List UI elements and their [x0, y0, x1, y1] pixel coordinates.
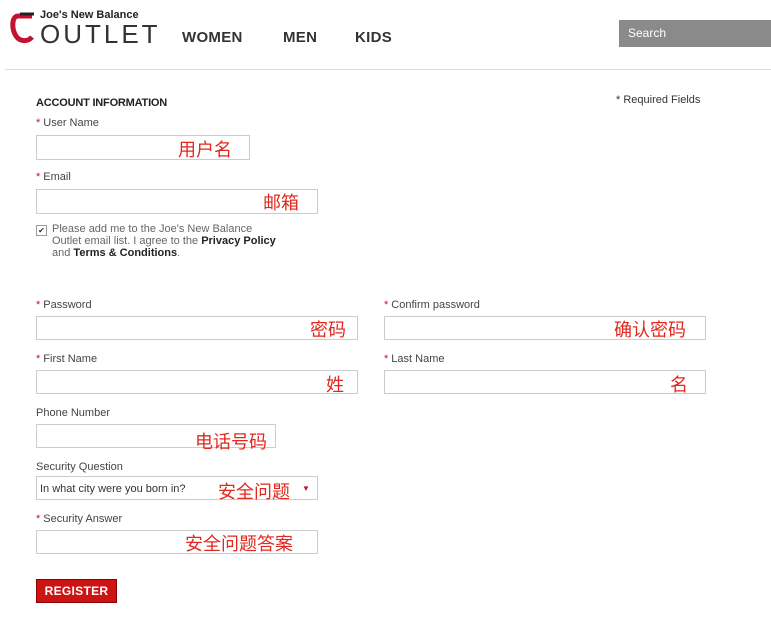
security-question-label: Security Question	[36, 461, 123, 473]
password-label: * Password	[36, 299, 92, 311]
register-button[interactable]: REGISTER	[36, 579, 117, 603]
terms-link[interactable]: Terms & Conditions	[73, 247, 177, 259]
last-name-annotation: 名	[670, 375, 688, 396]
brand-outlet-wordmark[interactable]: OUTLET	[40, 21, 161, 47]
checkmark-icon: ✔	[38, 226, 45, 235]
security-answer-annotation: 安全问题答案	[185, 534, 293, 555]
phone-label: Phone Number	[36, 407, 110, 419]
email-annotation: 邮箱	[263, 193, 299, 214]
nav-kids[interactable]: KIDS	[355, 29, 392, 46]
confirm-password-annotation: 确认密码	[614, 320, 686, 341]
nav-women[interactable]: WOMEN	[182, 29, 243, 46]
confirm-password-label: * Confirm password	[384, 299, 480, 311]
header-divider	[5, 69, 771, 70]
required-fields-note: * Required Fields	[616, 94, 701, 106]
required-mark: *	[36, 299, 41, 311]
brand-logo-icon[interactable]	[10, 12, 38, 44]
security-question-annotation: 安全问题	[218, 482, 290, 503]
required-mark: *	[36, 353, 41, 365]
search-placeholder: Search	[628, 26, 667, 40]
required-mark: *	[384, 353, 389, 365]
required-mark: *	[384, 299, 389, 311]
email-label: * Email	[36, 171, 71, 183]
privacy-policy-link[interactable]: Privacy Policy	[201, 235, 276, 247]
required-mark: *	[36, 513, 41, 525]
section-title: ACCOUNT INFORMATION	[36, 97, 168, 109]
first-name-annotation: 姓	[326, 375, 344, 396]
nav-men[interactable]: MEN	[283, 29, 317, 46]
phone-annotation: 电话号码	[195, 432, 267, 453]
password-annotation: 密码	[310, 320, 346, 341]
username-annotation: 用户名	[178, 140, 232, 161]
username-label: * User Name	[36, 117, 99, 129]
first-name-label: * First Name	[36, 353, 98, 365]
first-name-input[interactable]	[36, 370, 358, 394]
optin-checkbox[interactable]: ✔	[36, 225, 47, 236]
last-name-label: * Last Name	[384, 353, 445, 365]
last-name-input[interactable]	[384, 370, 706, 394]
chevron-down-icon[interactable]: ▼	[302, 484, 310, 493]
optin-text: Please add me to the Joe's New Balance O…	[52, 223, 276, 259]
security-question-value: In what city were you born in?	[40, 483, 186, 495]
required-mark: *	[36, 117, 41, 129]
security-answer-label: * Security Answer	[36, 513, 123, 525]
required-mark: *	[36, 171, 41, 183]
